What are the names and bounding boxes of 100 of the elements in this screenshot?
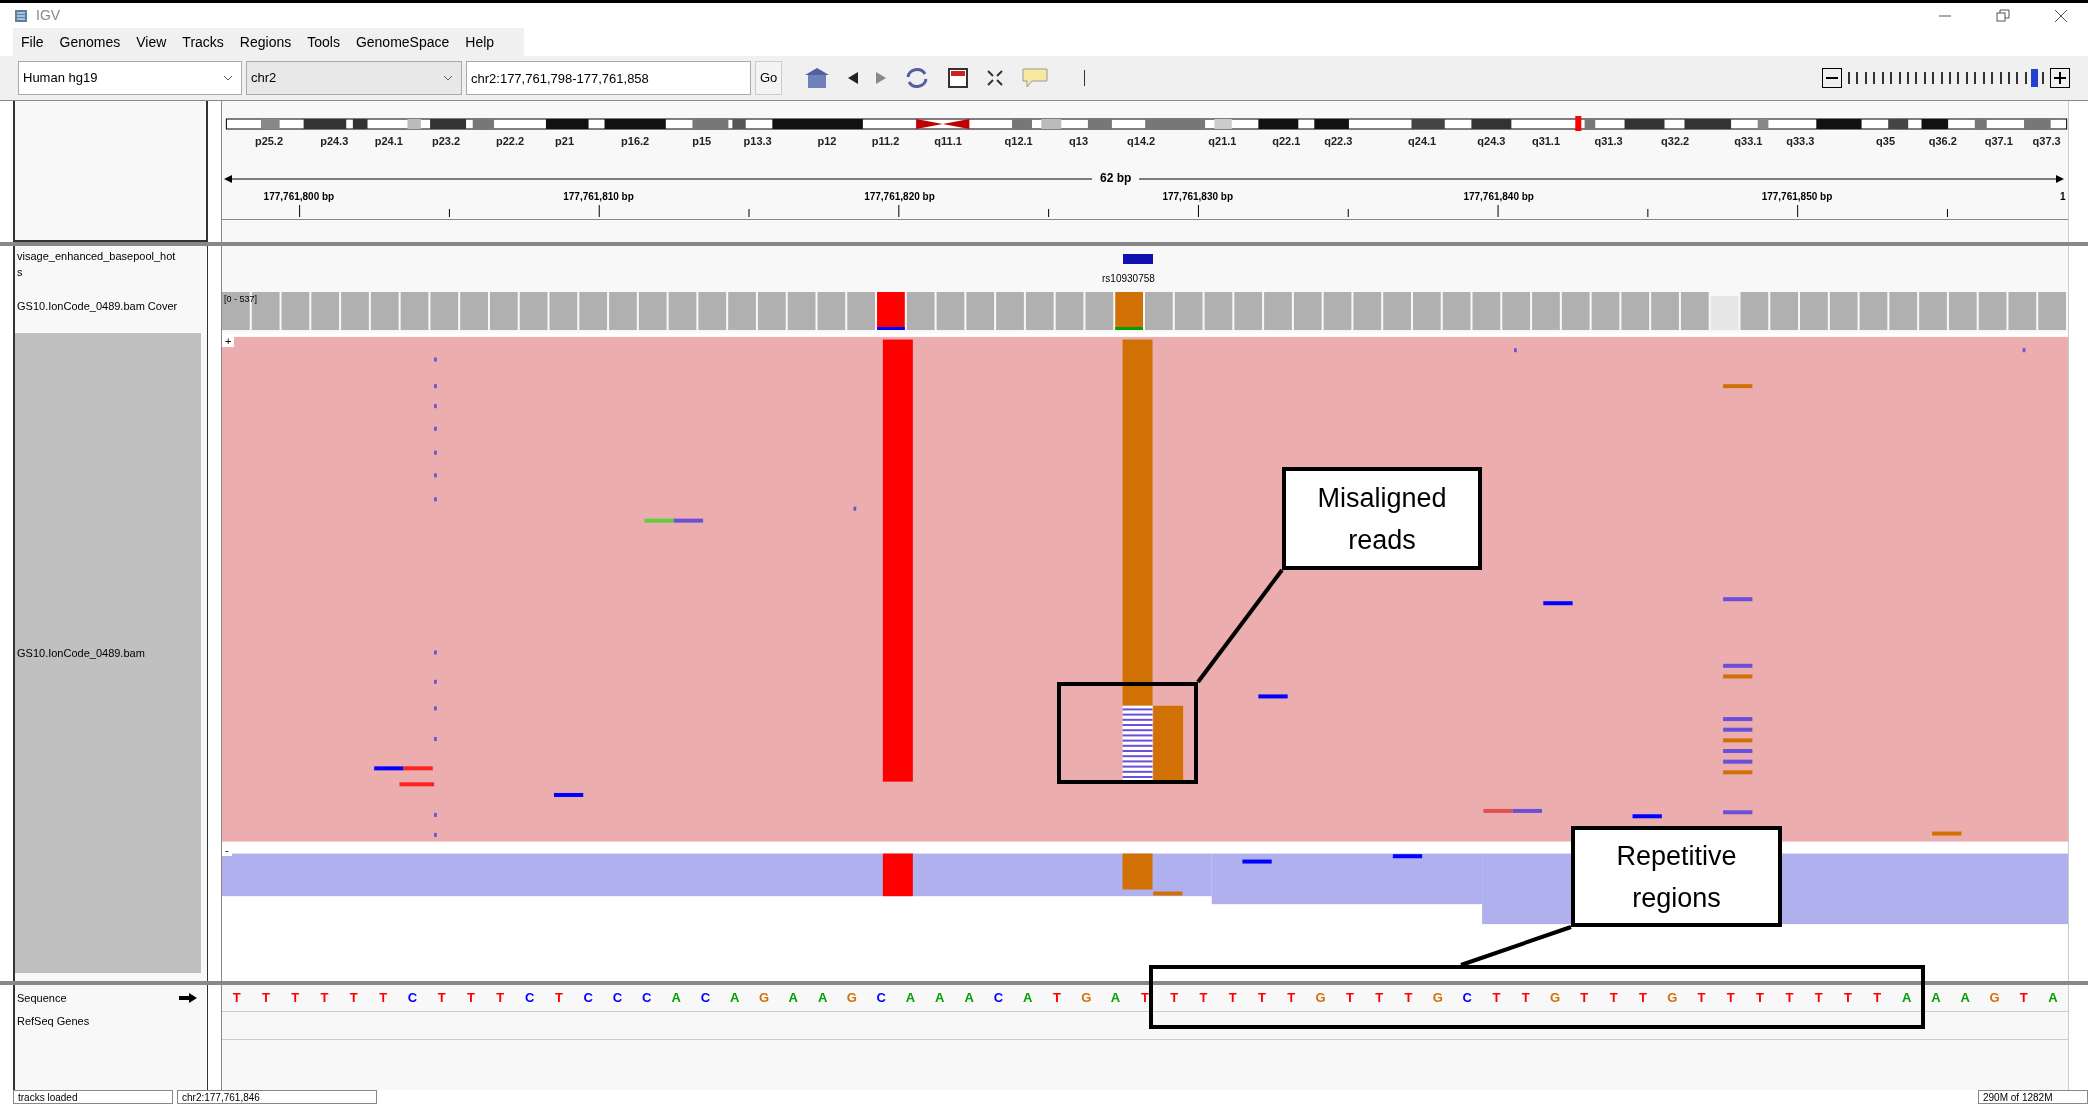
sequence-base: T <box>1491 989 1502 1008</box>
arrow-icon[interactable] <box>179 993 197 1003</box>
sequence-base: C <box>611 989 624 1008</box>
band-label: q24.1 <box>1408 135 1437 147</box>
band-label: p24.3 <box>320 135 349 147</box>
menu-item[interactable]: Genomes <box>51 31 129 53</box>
sequence-base: T <box>1286 989 1297 1008</box>
sequence-base: T <box>1139 989 1150 1008</box>
sequence-base: C <box>699 989 712 1008</box>
status-text: chr2:177,761,846 <box>177 1090 377 1104</box>
sequence-base: A <box>1930 989 1942 1008</box>
fit-icon[interactable] <box>986 69 1005 87</box>
forward-icon[interactable] <box>876 72 887 84</box>
sequence-base: T <box>436 989 447 1008</box>
sequence-base: T <box>495 989 506 1008</box>
sequence-base: T <box>378 989 389 1008</box>
band-label: q11.1 <box>934 135 962 147</box>
restore-icon[interactable] <box>1996 8 2010 23</box>
sequence-base: A <box>670 989 682 1008</box>
ruler-tick-label: 177,761,840 bp <box>1463 190 1534 204</box>
chromosome-ideogram[interactable]: p25.2 p24.3 p24.1 p23.2 p22.2 p21 p16.2 p15 p13.3 p12 p11.2 q11.1 q12.1 q13 q14.2 q21.1 q22.1 q22.3 q24.1 q24.3 q31.1 q31.3 q32.2 q33.1 q33.3 q35 q36.2 q37.1 q37.3 <box>222 115 2068 153</box>
sequence-base: T <box>1725 989 1736 1008</box>
band-label: p25.2 <box>254 135 284 147</box>
expand-toggle[interactable]: + <box>222 336 235 347</box>
back-icon[interactable] <box>848 72 859 84</box>
status-text: tracks loaded <box>13 1090 173 1104</box>
home-icon[interactable] <box>804 67 831 89</box>
band-label: q14.2 <box>1127 135 1156 147</box>
genome-dropdown[interactable]: Human hg19 <box>18 61 242 95</box>
sequence-base: A <box>787 989 799 1008</box>
feature-label: rs10930758 <box>1102 272 1155 286</box>
sequence-base: T <box>1052 989 1062 1008</box>
track-name[interactable]: visage_enhanced_basepool_hot <box>17 248 176 264</box>
chromosome-dropdown[interactable]: chr2 <box>246 61 462 95</box>
sequence-base: T <box>1257 989 1267 1008</box>
sequence-base: G <box>1988 989 2001 1008</box>
ruler-tick-label: 177,761,810 bp <box>563 190 634 204</box>
menu-item[interactable]: GenomeSpace <box>347 31 458 53</box>
menu-item[interactable]: Regions <box>231 31 300 53</box>
zoom-slider[interactable] <box>1848 69 2044 87</box>
band-label: q22.3 <box>1324 135 1353 147</box>
band-label: q13 <box>1069 135 1089 147</box>
region-icon[interactable] <box>948 68 969 88</box>
sequence-base: A <box>904 989 917 1008</box>
sequence-base: C <box>582 989 594 1008</box>
sequence-base: G <box>1666 989 1679 1008</box>
menu-item[interactable]: File <box>13 31 52 53</box>
sequence-base: G <box>845 989 858 1008</box>
sequence-base: G <box>1548 989 1562 1008</box>
band-label: p21 <box>555 135 575 147</box>
minus-icon <box>1826 77 1838 79</box>
sequence-base: A <box>1109 989 1122 1008</box>
band-label: q22.1 <box>1272 135 1301 147</box>
window-title: IGV <box>36 6 61 25</box>
band-label: q12.1 <box>1004 135 1033 147</box>
band-label: p22.2 <box>495 135 525 147</box>
go-button[interactable]: Go <box>755 61 783 95</box>
sequence-base: T <box>260 989 271 1008</box>
track-name[interactable]: Sequence <box>17 989 67 1007</box>
sequence-base: T <box>1374 989 1385 1008</box>
close-icon[interactable] <box>2054 8 2068 23</box>
band-label: p16.2 <box>621 135 650 147</box>
sequence-base: T <box>1872 989 1883 1008</box>
sequence-base: G <box>1431 989 1444 1008</box>
menu-item[interactable]: Tools <box>299 31 348 53</box>
zoom-thumb[interactable] <box>2031 69 2039 87</box>
menu-item[interactable]: View <box>128 31 175 53</box>
chevron-down-icon <box>223 75 233 81</box>
sequence-base: A <box>963 989 975 1008</box>
locus-field[interactable]: chr2:177,761,798-177,761,858 <box>466 61 751 95</box>
band-label: q37.1 <box>1984 135 2013 147</box>
sequence-base: A <box>1900 989 1913 1008</box>
band-label: q33.1 <box>1734 135 1763 147</box>
sequence-base: C <box>992 989 1005 1008</box>
callout-label: Repetitive regions <box>1571 826 1782 927</box>
menu-item[interactable]: Help <box>457 31 503 53</box>
band-label: q31.3 <box>1594 135 1623 147</box>
track-name[interactable]: RefSeq Genes <box>17 1012 90 1030</box>
track-name[interactable]: GS10.IonCode_0489.bam <box>17 644 145 662</box>
sequence-base: T <box>1608 989 1619 1008</box>
sequence-base: T <box>319 989 330 1008</box>
band-label: p11.2 <box>871 135 900 147</box>
sequence-base: G <box>1314 989 1327 1008</box>
track-name[interactable]: GS10.IonCode_0489.bam Cover <box>17 300 178 312</box>
sequence-base: A <box>1959 989 1971 1008</box>
track-name[interactable]: s <box>17 264 23 280</box>
sequence-base: T <box>2018 989 2029 1008</box>
sequence-base: T <box>1696 989 1707 1008</box>
sequence-base: T <box>348 989 359 1008</box>
band-label: q33.3 <box>1786 135 1815 147</box>
zoom-out-button[interactable] <box>1822 68 1842 88</box>
band-label: q35 <box>1876 135 1896 147</box>
sequence-base: A <box>816 989 829 1008</box>
menu-item[interactable]: Tracks <box>174 31 232 53</box>
zoom-in-button[interactable] <box>2050 68 2070 88</box>
sequence-base: C <box>523 989 536 1008</box>
sequence-base: T <box>290 989 301 1008</box>
status-text: 290M of 1282M <box>1978 1090 2088 1104</box>
sequence-base: C <box>875 989 887 1008</box>
sequence-base: T <box>1579 989 1590 1008</box>
